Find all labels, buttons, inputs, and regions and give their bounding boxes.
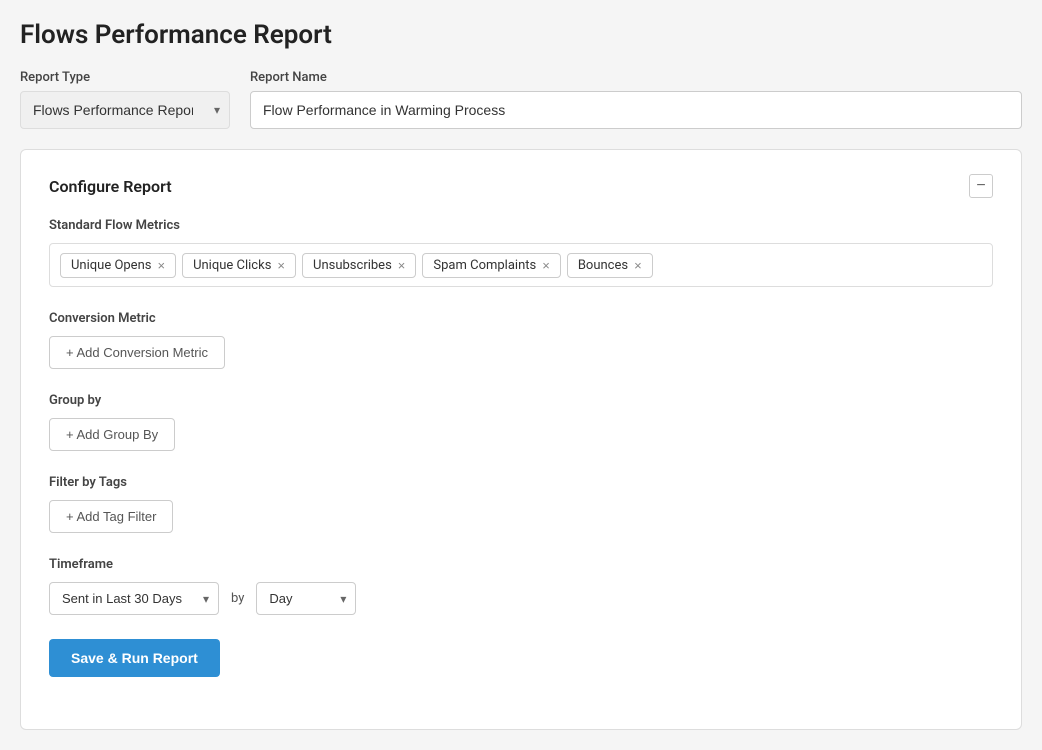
report-type-select[interactable]: Flows Performance ReportCampaign Perform… (20, 91, 230, 129)
add-group-by-label: + Add Group By (66, 427, 158, 442)
collapse-icon: − (976, 178, 985, 194)
granularity-select-wrapper: DayWeekMonth ▾ (256, 582, 356, 615)
tag-remove-button[interactable]: × (398, 259, 406, 272)
page-title: Flows Performance Report (20, 20, 1022, 50)
tag-remove-button[interactable]: × (277, 259, 285, 272)
list-item: Unique Clicks × (182, 253, 296, 278)
filter-by-tags-label: Filter by Tags (49, 475, 993, 490)
configure-title: Configure Report (49, 177, 172, 196)
save-run-button[interactable]: Save & Run Report (49, 639, 220, 677)
timeframe-section: Timeframe Sent in Last 30 DaysSent in La… (49, 557, 993, 615)
list-item: Unique Opens × (60, 253, 176, 278)
conversion-metric-label: Conversion Metric (49, 311, 993, 326)
add-tag-filter-label: + Add Tag Filter (66, 509, 156, 524)
save-run-label: Save & Run Report (71, 650, 198, 666)
add-conversion-metric-button[interactable]: + Add Conversion Metric (49, 336, 225, 369)
page-header: Flows Performance Report (20, 20, 1022, 50)
conversion-metric-section: Conversion Metric + Add Conversion Metri… (49, 311, 993, 369)
configure-header: Configure Report − (49, 174, 993, 198)
timeframe-label: Timeframe (49, 557, 993, 572)
tag-remove-button[interactable]: × (542, 259, 550, 272)
top-row: Report Type Flows Performance ReportCamp… (20, 70, 1022, 129)
by-label: by (231, 591, 244, 606)
add-tag-filter-button[interactable]: + Add Tag Filter (49, 500, 173, 533)
tag-label: Unsubscribes (313, 258, 392, 273)
list-item: Unsubscribes × (302, 253, 416, 278)
standard-metrics-section: Standard Flow Metrics Unique Opens×Uniqu… (49, 218, 993, 287)
period-select[interactable]: Sent in Last 30 DaysSent in Last 7 DaysS… (49, 582, 219, 615)
group-by-section: Group by + Add Group By (49, 393, 993, 451)
report-type-field: Report Type Flows Performance ReportCamp… (20, 70, 230, 129)
collapse-button[interactable]: − (969, 174, 993, 198)
tag-label: Spam Complaints (433, 258, 536, 273)
tag-remove-button[interactable]: × (157, 259, 165, 272)
group-by-label: Group by (49, 393, 993, 408)
configure-panel: Configure Report − Standard Flow Metrics… (20, 149, 1022, 730)
list-item: Spam Complaints × (422, 253, 560, 278)
add-group-by-button[interactable]: + Add Group By (49, 418, 175, 451)
tag-label: Unique Opens (71, 258, 151, 273)
list-item: Bounces × (567, 253, 653, 278)
tag-label: Unique Clicks (193, 258, 271, 273)
standard-metrics-tags: Unique Opens × Unique Clicks × Unsubscribes ×… (49, 243, 993, 287)
filter-by-tags-section: Filter by Tags + Add Tag Filter (49, 475, 993, 533)
report-type-label: Report Type (20, 70, 230, 85)
actions-row: Save & Run Report (49, 639, 993, 677)
tag-remove-button[interactable]: × (634, 259, 642, 272)
period-select-wrapper: Sent in Last 30 DaysSent in Last 7 DaysS… (49, 582, 219, 615)
report-name-field: Report Name (250, 70, 1022, 129)
report-name-label: Report Name (250, 70, 1022, 85)
timeframe-row: Sent in Last 30 DaysSent in Last 7 DaysS… (49, 582, 993, 615)
report-type-select-container: Flows Performance ReportCampaign Perform… (20, 91, 230, 129)
report-name-input[interactable] (250, 91, 1022, 129)
granularity-select[interactable]: DayWeekMonth (256, 582, 356, 615)
tag-label: Bounces (578, 258, 628, 273)
standard-metrics-label: Standard Flow Metrics (49, 218, 993, 233)
add-conversion-metric-label: + Add Conversion Metric (66, 345, 208, 360)
